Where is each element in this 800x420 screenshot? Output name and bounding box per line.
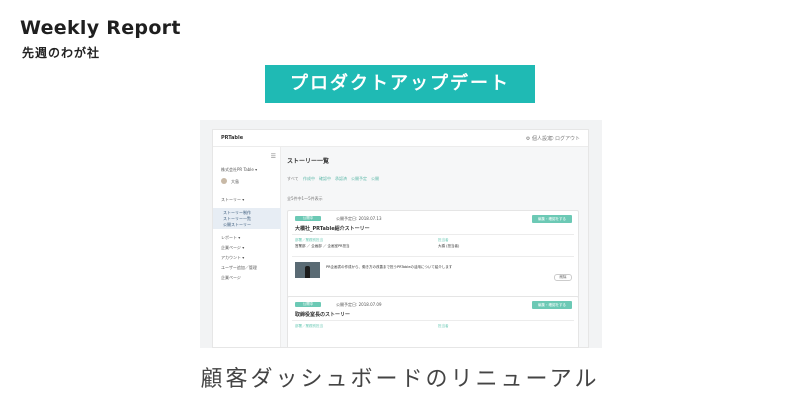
story-description: PR企画書の作成から、働き方の改善まで担うPRTableの活用について紹介します (326, 265, 453, 269)
sidebar-item-company-page[interactable]: 企業ページ ▾ (221, 245, 244, 251)
section-banner: プロダクトアップデート (265, 65, 535, 103)
story-title[interactable]: 取締役室長のストーリー (295, 311, 350, 318)
logout-link[interactable]: ⎋ ログアウト (549, 135, 580, 142)
divider (292, 256, 574, 257)
field-label-dept: 部署／業務別担当 (295, 324, 323, 328)
story-thumbnail[interactable] (295, 262, 320, 278)
field-label-owner: 担当者 (438, 324, 449, 328)
app-window: PRTable ⚙ 個人設定 ⎋ ログアウト ☰ 株式会社PR Table ▾ … (212, 129, 589, 348)
publish-date: 公開予定日: 2018.07.13 (336, 216, 382, 221)
sidebar-item-account[interactable]: アカウント ▾ (221, 255, 244, 261)
dashboard-screenshot: PRTable ⚙ 個人設定 ⎋ ログアウト ☰ 株式会社PR Table ▾ … (200, 120, 602, 348)
app-logo[interactable]: PRTable (221, 135, 243, 141)
edit-button[interactable]: 編集・確認をする (532, 301, 572, 309)
sidebar-subitem-published[interactable]: 公開ストーリー (223, 222, 251, 228)
report-subtitle: 先週のわが社 (22, 46, 101, 60)
settings-link[interactable]: ⚙ 個人設定 (526, 135, 552, 142)
story-card[interactable]: 公開中 公開予定日: 2018.07.13 編集・確認をする 大橋社_PRTab… (287, 210, 579, 305)
result-count: 全5件中1～5件表示 (287, 196, 323, 201)
company-selector[interactable]: 株式会社PR Table ▾ (221, 167, 257, 173)
edit-button[interactable]: 編集・確認をする (532, 215, 572, 223)
divider (292, 320, 574, 321)
story-title[interactable]: 大橋社_PRTable紹介ストーリー (295, 225, 370, 232)
status-badge: 公開中 (295, 302, 321, 307)
filter-scheduled[interactable]: 公開予定 (351, 176, 367, 182)
main-content: ストーリー一覧 すべて 作成中 確認中 承認済 公開予定 公開 全5件中1～5件… (281, 147, 588, 347)
filter-approved[interactable]: 承認済 (335, 176, 347, 182)
filter-review[interactable]: 確認中 (319, 176, 331, 182)
sidebar-item-story[interactable]: ストーリー ▾ (221, 197, 244, 203)
avatar (221, 178, 227, 184)
field-value-dept: 営業部 ／ 企画部 ／ 企画室PR担当 (295, 244, 350, 248)
user-name: 大島 (231, 179, 239, 184)
page-title: ストーリー一覧 (287, 158, 330, 165)
sidebar-item-report[interactable]: レポート ▾ (221, 235, 240, 241)
filter-draft[interactable]: 作成中 (303, 176, 315, 182)
story-card[interactable]: 公開中 公開予定日: 2018.07.09 編集・確認をする 取締役室長のストー… (287, 296, 579, 347)
publish-date: 公開予定日: 2018.07.09 (336, 302, 382, 307)
field-value-owner: 大橋 (担当者) (438, 244, 460, 248)
person-figure (305, 266, 310, 278)
status-badge: 公開中 (295, 216, 321, 221)
app-topbar: PRTable ⚙ 個人設定 ⎋ ログアウト (213, 130, 588, 147)
sidebar: ☰ 株式会社PR Table ▾ 大島 ストーリー ▾ ストーリー制作 ストーリ… (213, 147, 281, 347)
field-label-owner: 担当者 (438, 238, 449, 242)
filter-all[interactable]: すべて (287, 176, 299, 182)
field-label-dept: 部署／業務別担当 (295, 238, 323, 242)
filter-published[interactable]: 公開 (371, 176, 379, 182)
menu-icon[interactable]: ☰ (271, 153, 276, 160)
sidebar-item-page-edit[interactable]: 企業ページ (221, 275, 241, 281)
divider (292, 234, 574, 235)
caption: 顧客ダッシュボードのリニューアル (200, 367, 600, 392)
report-title: Weekly Report (20, 17, 181, 39)
delete-button[interactable]: 削除 (554, 274, 572, 281)
sidebar-item-users[interactable]: ユーザー追加／管理 (221, 265, 257, 271)
